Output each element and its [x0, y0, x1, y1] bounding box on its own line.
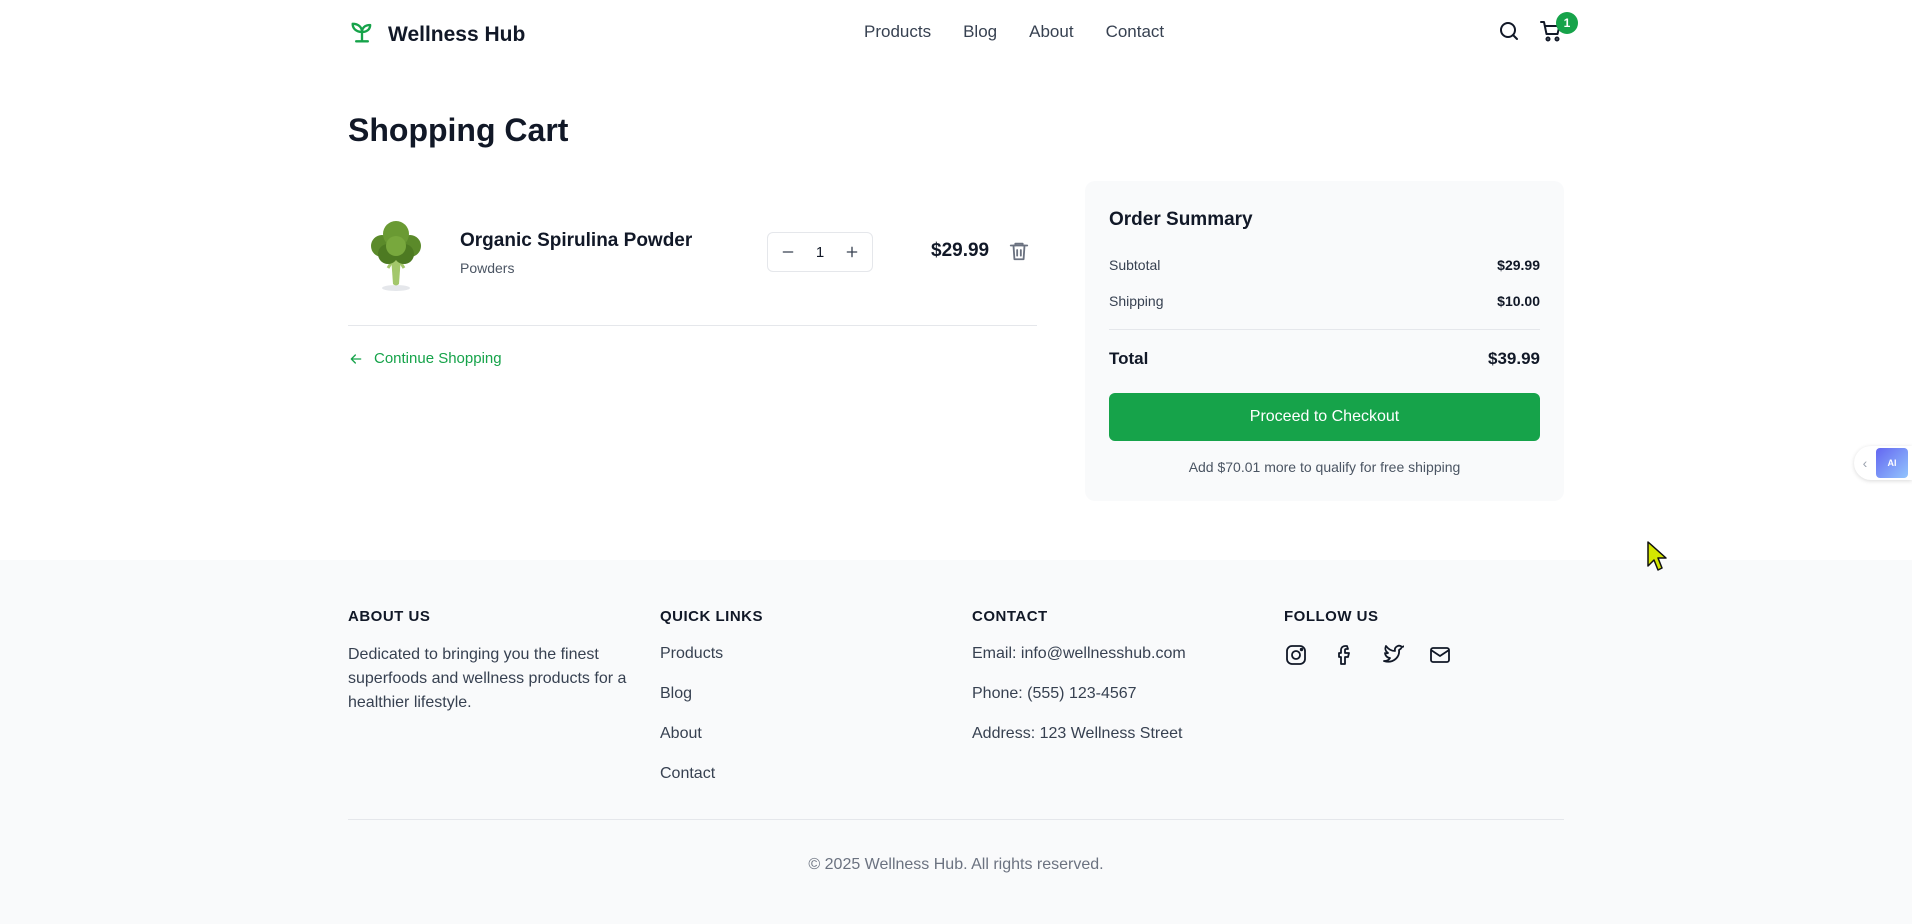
- instagram-icon[interactable]: [1284, 643, 1308, 667]
- site-header: Wellness Hub Products Blog About Contact…: [0, 0, 1912, 66]
- chevron-left-icon[interactable]: ‹: [1854, 455, 1876, 471]
- increase-quantity-button[interactable]: [842, 242, 862, 262]
- proceed-to-checkout-button[interactable]: Proceed to Checkout: [1109, 393, 1540, 441]
- summary-divider: [1109, 329, 1540, 330]
- main-nav: Products Blog About Contact: [864, 22, 1164, 42]
- copyright-text: © 2025 Wellness Hub. All rights reserved…: [808, 856, 1104, 873]
- shipping-row: Shipping $10.00: [1109, 293, 1540, 309]
- minus-icon: [782, 251, 794, 253]
- search-button[interactable]: [1496, 18, 1522, 44]
- nav-contact[interactable]: Contact: [1106, 22, 1165, 42]
- header-actions: 1: [1496, 12, 1578, 44]
- contact-email: Email: info@wellnesshub.com: [972, 645, 1186, 662]
- follow-heading: FOLLOW US: [1284, 608, 1379, 625]
- nav-about[interactable]: About: [1029, 22, 1073, 42]
- ai-assistant-icon[interactable]: AI: [1876, 448, 1908, 478]
- decrease-quantity-button[interactable]: [778, 242, 798, 262]
- product-image[interactable]: [362, 216, 430, 292]
- about-text: Dedicated to bringing you the finest sup…: [348, 646, 627, 711]
- ai-assistant-widget[interactable]: ‹ AI: [1854, 446, 1912, 480]
- footer-link-blog[interactable]: Blog: [660, 683, 763, 705]
- arrow-left-icon: [350, 353, 362, 364]
- contact-address: Address: 123 Wellness Street: [972, 725, 1183, 742]
- footer-link-contact[interactable]: Contact: [660, 763, 763, 785]
- nav-blog[interactable]: Blog: [963, 22, 997, 42]
- subtotal-label: Subtotal: [1109, 257, 1161, 273]
- remove-item-button[interactable]: [1008, 240, 1030, 262]
- total-row: Total $39.99: [1109, 349, 1540, 369]
- continue-shopping-label: Continue Shopping: [374, 350, 502, 367]
- plus-icon: [846, 246, 858, 258]
- continue-shopping-link[interactable]: Continue Shopping: [348, 350, 502, 367]
- cart-item: Organic Spirulina Powder Powders 1 $29.9…: [348, 196, 1037, 326]
- total-value: $39.99: [1488, 349, 1540, 368]
- subtotal-value: $29.99: [1497, 257, 1540, 273]
- twitter-icon[interactable]: [1380, 643, 1406, 667]
- footer-follow: FOLLOW US: [1284, 608, 1452, 667]
- cart-count-badge: 1: [1556, 12, 1578, 34]
- about-heading: ABOUT US: [348, 608, 431, 625]
- summary-title: Order Summary: [1109, 209, 1253, 230]
- footer-link-about[interactable]: About: [660, 723, 763, 745]
- quantity-stepper: 1: [767, 232, 873, 272]
- free-shipping-note: Add $70.01 more to qualify for free ship…: [1188, 459, 1461, 475]
- site-footer: ABOUT US Dedicated to bringing you the f…: [0, 560, 1912, 924]
- footer-quick-links: QUICK LINKS Products Blog About Contact: [660, 608, 763, 785]
- contact-heading: CONTACT: [972, 608, 1048, 625]
- trash-icon: [1009, 242, 1029, 261]
- shipping-label: Shipping: [1109, 293, 1164, 309]
- brand-logo[interactable]: Wellness Hub: [348, 18, 525, 51]
- product-category: Powders: [460, 260, 515, 276]
- footer-contact: CONTACT Email: info@wellnesshub.com Phon…: [972, 608, 1186, 745]
- item-price: $29.99: [931, 240, 990, 261]
- order-summary: Order Summary Subtotal $29.99 Shipping $…: [1085, 181, 1564, 501]
- total-label: Total: [1109, 349, 1149, 368]
- cart-button[interactable]: 1: [1538, 12, 1578, 44]
- search-icon: [1500, 22, 1518, 40]
- footer-divider: [348, 819, 1564, 820]
- subtotal-row: Subtotal $29.99: [1109, 257, 1540, 273]
- footer-link-products[interactable]: Products: [660, 643, 763, 665]
- page-title: Shopping Cart: [348, 112, 569, 148]
- facebook-icon[interactable]: [1332, 643, 1356, 667]
- shipping-value: $10.00: [1497, 293, 1540, 309]
- mouse-cursor-icon: [1647, 541, 1667, 571]
- product-name[interactable]: Organic Spirulina Powder: [460, 230, 692, 252]
- sprout-icon: [348, 18, 376, 51]
- quick-links-heading: QUICK LINKS: [660, 608, 763, 625]
- footer-about: ABOUT US Dedicated to bringing you the f…: [348, 608, 638, 715]
- quantity-value[interactable]: 1: [816, 244, 824, 261]
- social-links: [1284, 643, 1452, 667]
- contact-phone: Phone: (555) 123-4567: [972, 685, 1137, 702]
- nav-products[interactable]: Products: [864, 22, 931, 42]
- mail-icon[interactable]: [1428, 643, 1452, 667]
- brand-name: Wellness Hub: [388, 22, 526, 46]
